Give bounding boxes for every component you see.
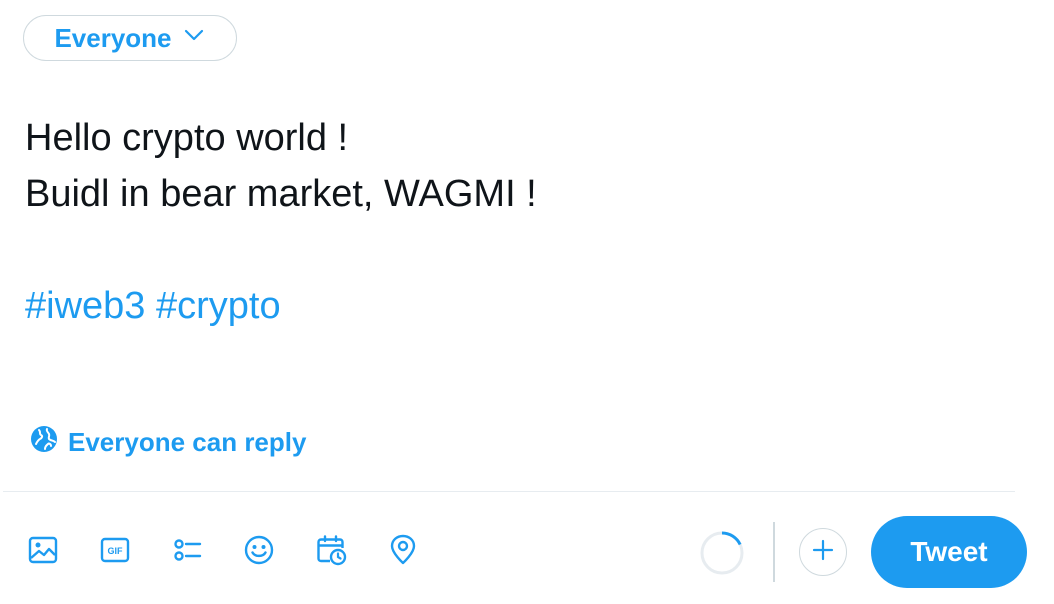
schedule-button[interactable] [311, 532, 351, 572]
toolbar-separator [773, 522, 775, 582]
composer-toolbar: GIF Tweet [0, 516, 1054, 588]
tweet-button-label: Tweet [910, 536, 988, 567]
tweet-text-line [25, 222, 1015, 278]
gif-label: GIF [108, 546, 124, 556]
chevron-down-icon [182, 23, 206, 54]
schedule-icon [314, 533, 348, 572]
hashtag-link[interactable]: #iweb3 [25, 285, 145, 327]
hashtag-line: #iweb3 #crypto [25, 278, 1015, 334]
add-emoji-button[interactable] [239, 532, 279, 572]
image-icon [26, 533, 60, 572]
gif-icon: GIF [98, 533, 132, 572]
add-tweet-button[interactable] [799, 528, 847, 576]
tweet-text-line: Buidl in bear market, WAGMI ! [25, 173, 537, 215]
tweet-text-line: Hello crypto world ! [25, 117, 349, 159]
globe-icon [30, 425, 58, 460]
add-poll-button[interactable] [167, 532, 207, 572]
reply-setting-label: Everyone can reply [68, 426, 307, 457]
tweet-text-area[interactable]: Hello crypto world ! Buidl in bear marke… [25, 110, 1015, 334]
tweet-button[interactable]: Tweet [871, 516, 1027, 588]
hashtag-link[interactable]: #crypto [156, 285, 281, 327]
add-media-button[interactable] [23, 532, 63, 572]
reply-setting-button[interactable]: Everyone can reply [30, 424, 306, 460]
location-icon [386, 533, 420, 572]
tag-location-button[interactable] [383, 532, 423, 572]
poll-icon [170, 533, 204, 572]
audience-dropdown[interactable]: Everyone [23, 15, 237, 61]
emoji-icon [242, 533, 276, 572]
add-gif-button[interactable]: GIF [95, 532, 135, 572]
plus-icon [810, 537, 836, 568]
character-count-progress [699, 530, 745, 576]
divider [3, 491, 1015, 492]
audience-label: Everyone [54, 22, 172, 53]
